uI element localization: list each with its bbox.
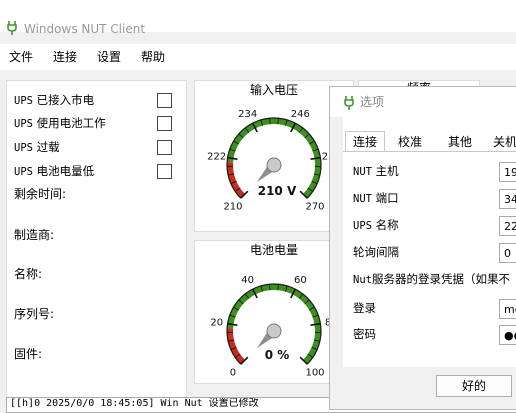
tab-divider: [343, 151, 516, 152]
firmware-label: 固件:: [14, 347, 42, 361]
label-text: 服务器的登录凭据（如果不: [372, 272, 510, 286]
tab-connection[interactable]: 连接: [345, 131, 385, 152]
host-label: NUT 主机: [353, 164, 399, 179]
nut-prefix: Nut: [353, 274, 372, 286]
gauge-minor-tick: [278, 118, 279, 124]
status-on-battery-label: UPS 使用电池工作: [14, 116, 106, 131]
status-battery-low-label: UPS 电池电量低: [14, 164, 94, 179]
overload-checkbox[interactable]: [157, 140, 172, 155]
gauge-tick-label: 222: [207, 151, 226, 162]
password-label: 密码: [353, 327, 376, 341]
status-text: 电池电量低: [37, 164, 95, 178]
tab-other[interactable]: 其他: [439, 131, 481, 153]
on-mains-checkbox[interactable]: [157, 93, 172, 108]
ups-prefix: UPS: [353, 220, 372, 232]
ups-prefix: UPS: [14, 142, 33, 154]
gauge-value-label: 0 %: [265, 348, 290, 362]
tab-calibration[interactable]: 校准: [389, 131, 431, 153]
battery-low-checkbox[interactable]: [157, 164, 172, 179]
ups-prefix: UPS: [14, 118, 33, 130]
menu-bar: 文件 连接 设置 帮助: [0, 44, 516, 70]
login-input[interactable]: mon: [499, 299, 516, 319]
menu-help[interactable]: 帮助: [141, 50, 165, 64]
plug-icon: [7, 20, 17, 36]
gauge-red-band: [230, 162, 243, 196]
gauge-tick-label: 210: [223, 202, 242, 213]
credentials-label: Nut服务器的登录凭据（如果不: [353, 272, 510, 287]
gauge-minor-tick: [270, 118, 271, 124]
serial-label: 序列号:: [14, 307, 54, 321]
status-text: 已接入市电: [37, 93, 95, 107]
menu-file[interactable]: 文件: [9, 50, 33, 64]
port-input[interactable]: 349: [499, 189, 516, 209]
status-on-mains-label: UPS 已接入市电: [14, 93, 94, 108]
log-text: [[h]0 2025/0/0 18:45:05] Win Nut 设置已修改: [10, 398, 259, 410]
gauge-tick-label: 40: [241, 275, 254, 286]
ups-prefix: UPS: [14, 95, 33, 107]
window-title: Windows NUT Client: [24, 22, 145, 36]
dialog-title: 选项: [360, 95, 384, 109]
gauge-minor-tick: [270, 284, 271, 290]
status-text: 使用电池工作: [37, 116, 106, 130]
label-text: 端口: [376, 191, 399, 205]
gauge-tick-label: 270: [305, 202, 324, 213]
options-dialog: 选项 连接 校准 其他 关机 NUT 主机 192 NUT 端口 349 UPS…: [329, 86, 516, 410]
status-overload-label: UPS 过载: [14, 140, 60, 155]
status-panel: UPS 已接入市电 UPS 使用电池工作 UPS 过载 UPS 电池电量低 剩余…: [6, 80, 187, 398]
menu-settings[interactable]: 设置: [97, 50, 121, 64]
manufacturer-label: 制造商:: [14, 228, 54, 242]
gauge-tick-label: 100: [305, 368, 324, 379]
menu-connect[interactable]: 连接: [53, 50, 77, 64]
gauge-value-label: 210 V: [258, 184, 297, 198]
on-battery-checkbox[interactable]: [157, 116, 172, 131]
ok-button[interactable]: 好的: [436, 375, 512, 397]
name-label: 名称:: [14, 267, 42, 281]
host-input[interactable]: 192: [499, 162, 516, 182]
gauge-tick-label: 0: [230, 368, 236, 379]
gauge-red-band: [230, 328, 243, 362]
gauge-minor-tick: [278, 284, 279, 290]
gauge-hub: [267, 158, 281, 172]
remaining-time-label: 剩余时间:: [14, 187, 66, 201]
label-text: 名称: [376, 218, 399, 232]
plug-icon: [344, 95, 354, 111]
gauge-tick-label: 246: [291, 109, 310, 120]
title-bar: Windows NUT Client: [0, 0, 516, 32]
gauge-tick-label: 234: [238, 109, 257, 120]
gauge-hub: [267, 324, 281, 338]
ups-name-label: UPS 名称: [353, 218, 399, 233]
tab-shutdown[interactable]: 关机: [489, 131, 516, 153]
gauge-tick-label: 60: [294, 275, 307, 286]
nut-prefix: NUT: [353, 193, 372, 205]
poll-interval-label: 轮询间隔: [353, 245, 399, 259]
poll-interval-input[interactable]: 0: [499, 243, 516, 263]
login-label: 登录: [353, 301, 376, 315]
ups-prefix: UPS: [14, 166, 33, 178]
port-label: NUT 端口: [353, 191, 399, 206]
nut-prefix: NUT: [353, 166, 372, 178]
password-input[interactable]: ●●: [499, 325, 516, 345]
status-text: 过载: [37, 140, 60, 154]
ups-name-input[interactable]: 220: [499, 216, 516, 236]
dialog-title-bar: 选项: [330, 87, 516, 117]
dialog-body: 连接 校准 其他 关机 NUT 主机 192 NUT 端口 349 UPS 名称…: [343, 117, 516, 367]
label-text: 主机: [376, 164, 399, 178]
gauge-tick-label: 20: [210, 317, 223, 328]
